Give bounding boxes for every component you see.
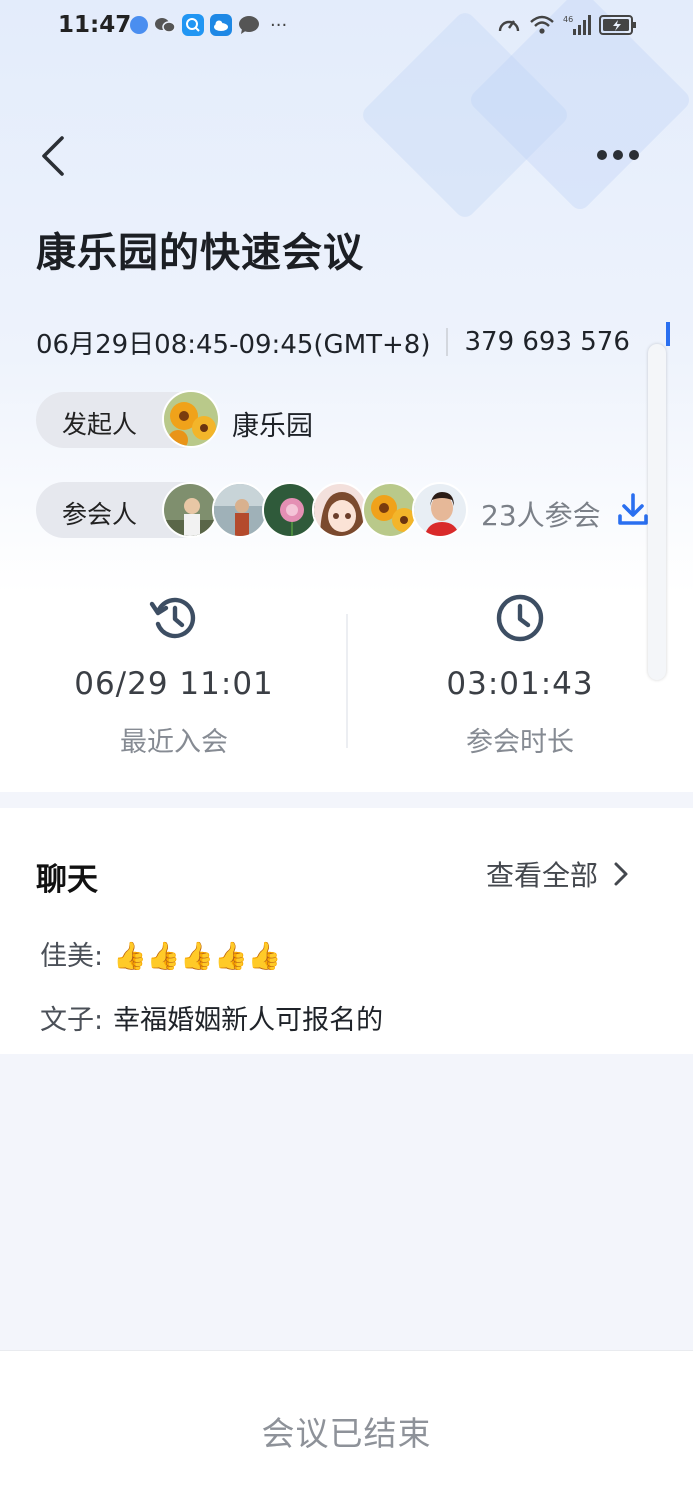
avatar-participant-2[interactable] <box>212 482 268 538</box>
chevron-left-icon <box>42 136 64 176</box>
participant-count[interactable]: 23人参会 <box>481 494 601 534</box>
download-participants-button[interactable] <box>616 492 650 528</box>
clock-icon <box>496 594 544 642</box>
duration-label: 参会时长 <box>466 727 574 758</box>
divider <box>446 328 449 356</box>
chat-section: 聊天 查看全部 佳美: 👍👍👍👍👍 文子: 幸福婚姻新人可报名的 <box>0 808 693 1054</box>
avatar-participant-5[interactable] <box>362 482 418 538</box>
more-options-button[interactable] <box>594 140 642 170</box>
last-join-stat: 06/29 11:01 最近入会 <box>24 592 324 759</box>
back-button[interactable] <box>36 132 76 180</box>
notification-icons: ··· <box>130 14 287 36</box>
chat-title: 聊天 <box>34 854 106 899</box>
more-notifications-icon: ··· <box>270 14 288 36</box>
meeting-title: 康乐园的快速会议 <box>36 230 364 276</box>
speed-icon <box>498 20 520 32</box>
download-icon <box>618 493 648 525</box>
duration-value: 03:01:43 <box>446 666 594 702</box>
view-all-button[interactable]: 查看全部 <box>486 854 630 894</box>
search-app-icon <box>182 14 204 36</box>
meeting-id[interactable]: 379 693 576 <box>464 327 629 357</box>
status-bar: 11:47 ··· 46 <box>0 0 693 56</box>
avatar-participant-4[interactable] <box>312 482 368 538</box>
more-icon <box>597 150 639 160</box>
initiator-name: 康乐园 <box>232 411 313 442</box>
chat-message[interactable]: 佳美: 👍👍👍👍👍 <box>40 934 281 973</box>
last-join-value: 06/29 11:01 <box>74 666 274 702</box>
chat-text: 👍👍👍👍👍 <box>113 941 282 972</box>
signal-icon: 46 <box>563 15 591 35</box>
scroll-indicator-accent <box>666 322 670 346</box>
stats-divider <box>346 614 348 748</box>
footer-bar: 会议已结束 <box>0 1350 693 1501</box>
chat-message[interactable]: 文子: 幸福婚姻新人可报名的 <box>40 998 383 1037</box>
meeting-time-range: 06月29日08:45-09:45(GMT+8) <box>36 329 431 360</box>
wifi-icon <box>530 15 554 34</box>
meeting-meta: 06月29日08:45-09:45(GMT+8) 379 693 576 <box>36 322 670 362</box>
battery-icon <box>599 15 636 35</box>
history-icon <box>149 597 196 639</box>
message-icon <box>238 15 260 35</box>
meeting-ended-status: 会议已结束 <box>261 1414 432 1453</box>
duration-stat: 03:01:43 参会时长 <box>370 592 670 759</box>
avatar-participant-1[interactable] <box>162 482 218 538</box>
app-notification-icon <box>130 16 148 34</box>
avatar-initiator[interactable] <box>162 390 220 448</box>
chat-text: 幸福婚姻新人可报名的 <box>113 1005 384 1036</box>
avatar-participant-3[interactable] <box>262 482 318 538</box>
participants-label: 参会人 <box>62 500 138 529</box>
svg-text:46: 46 <box>563 15 573 24</box>
chevron-right-icon <box>614 862 628 886</box>
system-status-icons: 46 <box>497 14 637 36</box>
chat-sender: 文子: <box>40 1005 104 1036</box>
weather-app-icon <box>210 14 232 36</box>
last-join-label: 最近入会 <box>120 727 228 758</box>
view-all-label: 查看全部 <box>486 859 599 892</box>
initiator-label: 发起人 <box>62 410 138 439</box>
chat-sender: 佳美: <box>40 941 104 972</box>
status-time: 11:47 <box>58 12 132 38</box>
wechat-icon <box>154 16 176 34</box>
avatar-participant-6[interactable] <box>412 482 468 538</box>
